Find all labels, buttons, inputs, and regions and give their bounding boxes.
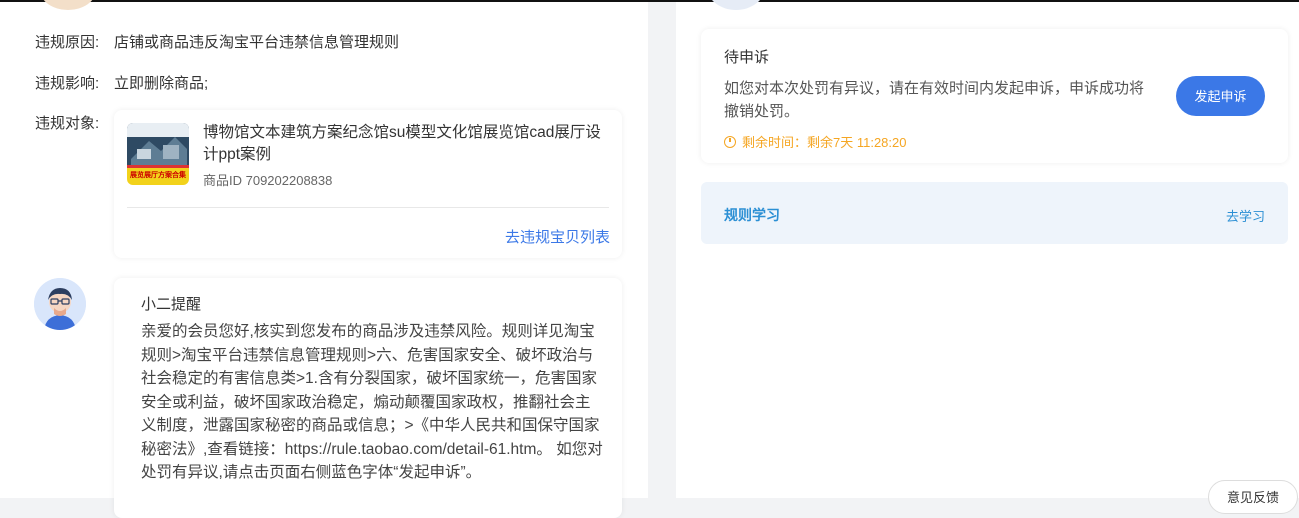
impact-value: 立即删除商品; [114,75,209,92]
assistant-avatar [34,278,86,330]
violation-list-link[interactable]: 去违规宝贝列表 [505,226,610,247]
message-bubble-tail [106,296,114,312]
clock-icon [724,135,736,148]
product-image-icon: 展览展厅方案合集 [127,123,189,185]
appeal-remaining-time: 剩余时间：剩余7天 11:28:20 [724,132,906,151]
reminder-body: 亲爱的会员您好,核实到您发布的商品涉及违禁风险。规则详见淘宝规则>淘宝平台违禁信… [141,323,603,481]
object-label: 违规对象: [35,115,100,132]
start-appeal-button[interactable]: 发起申诉 [1176,76,1265,116]
appeal-status-title: 待申诉 [724,49,770,66]
reason-label: 违规原因: [35,34,100,51]
product-thumbnail[interactable]: 展览展厅方案合集 [127,123,189,185]
feedback-button[interactable]: 意见反馈 [1208,480,1298,514]
product-title[interactable]: 博物馆文本建筑方案纪念馆su模型文化馆展览馆cad展厅设计ppt案例 [203,122,613,166]
product-card: 展览展厅方案合集 博物馆文本建筑方案纪念馆su模型文化馆展览馆cad展厅设计pp… [114,110,622,258]
reason-value: 店铺或商品违反淘宝平台违禁信息管理规则 [114,34,400,51]
assistant-avatar-icon [34,278,86,330]
product-id: 商品ID 709202208838 [203,173,333,188]
rule-learning-title: 规则学习 [724,207,780,223]
appeal-time-text: 剩余时间：剩余7天 11:28:20 [742,135,907,150]
thumb-caption: 展览展厅方案合集 [129,170,187,179]
card-divider [127,207,609,208]
go-learn-link[interactable]: 去学习 [1226,206,1265,225]
rule-learning-card: 规则学习 去学习 [701,182,1288,244]
impact-label: 违规影响: [35,75,100,92]
appeal-card: 待申诉 如您对本次处罚有异议，请在有效时间内发起申诉，申诉成功将撤销处罚。 剩余… [701,29,1288,163]
reminder-title: 小二提醒 [141,296,202,313]
appeal-description: 如您对本次处罚有异议，请在有效时间内发起申诉，申诉成功将撤销处罚。 [724,80,1145,120]
reminder-message-card: 小二提醒 亲爱的会员您好,核实到您发布的商品涉及违禁风险。规则详见淘宝规则>淘宝… [114,278,622,518]
